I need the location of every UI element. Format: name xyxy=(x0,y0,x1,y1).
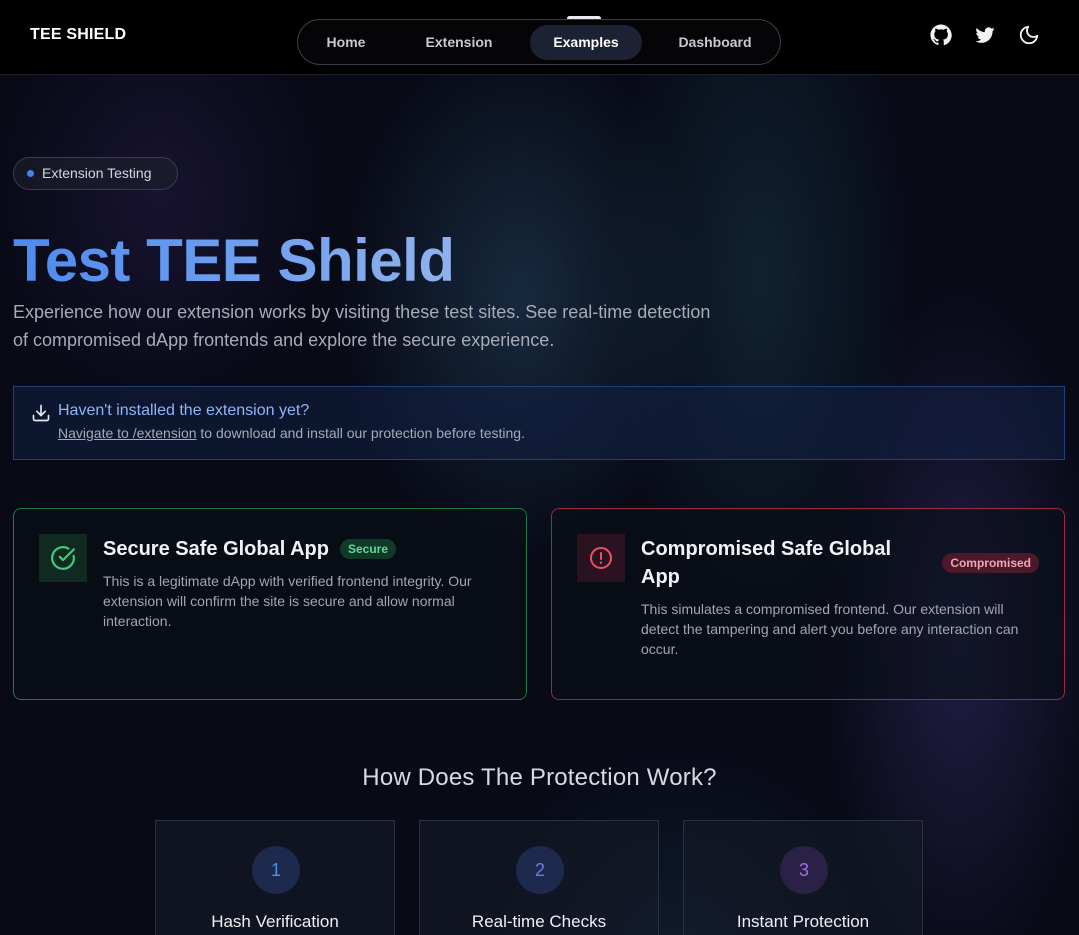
notice-title: Haven't installed the extension yet? xyxy=(58,402,310,419)
check-circle-icon xyxy=(39,534,87,582)
step-card-real-time-checks: 2 Real-time Checks xyxy=(419,820,659,935)
download-icon xyxy=(31,403,51,423)
step-card-instant-protection: 3 Instant Protection xyxy=(683,820,923,935)
moon-icon[interactable] xyxy=(1018,24,1040,46)
alert-circle-icon xyxy=(577,534,625,582)
compromised-card-description: This simulates a compromised frontend. O… xyxy=(641,601,1019,657)
compromised-card-title: Compromised Safe Global App xyxy=(641,538,892,588)
main-nav: Home Extension Examples Dashboard xyxy=(297,19,781,65)
nav-home[interactable]: Home xyxy=(306,25,386,60)
step-card-hash-verification: 1 Hash Verification xyxy=(155,820,395,935)
notice-text: Navigate to /extension to download and i… xyxy=(58,425,525,441)
nav-examples[interactable]: Examples xyxy=(530,25,642,60)
step-number: 2 xyxy=(516,846,564,894)
compromised-app-card[interactable]: Compromised Safe Global App Compromised … xyxy=(551,508,1065,700)
how-heading: How Does The Protection Work? xyxy=(362,764,717,791)
twitter-icon[interactable] xyxy=(974,24,996,46)
nav-extension[interactable]: Extension xyxy=(404,25,514,60)
logo[interactable]: TEE SHIELD xyxy=(30,26,126,44)
step-title: Hash Verification xyxy=(211,912,339,931)
github-icon[interactable] xyxy=(930,24,952,46)
secure-app-card[interactable]: Secure Safe Global App Secure This is a … xyxy=(13,508,527,700)
secure-status-badge: Secure xyxy=(340,539,397,559)
step-number: 3 xyxy=(780,846,828,894)
page-subtitle: Experience how our extension works by vi… xyxy=(13,302,711,350)
page-title: Test TEE Shield xyxy=(13,227,455,294)
notice-body: to download and install our protection b… xyxy=(196,425,525,441)
compromised-status-badge: Compromised xyxy=(942,553,1039,573)
nav-dashboard[interactable]: Dashboard xyxy=(658,25,772,60)
step-title: Instant Protection xyxy=(736,912,870,931)
badge-label: Extension Testing xyxy=(42,165,152,181)
install-notice: Haven't installed the extension yet? Nav… xyxy=(13,386,1065,460)
top-header: TEE SHIELD Home Extension Examples Dashb… xyxy=(0,0,1079,75)
step-title: Real-time Checks xyxy=(471,912,607,931)
secure-card-title: Secure Safe Global App xyxy=(103,538,329,560)
extension-link[interactable]: Navigate to /extension xyxy=(58,425,197,441)
section-badge: Extension Testing xyxy=(13,157,178,190)
step-number: 1 xyxy=(252,846,300,894)
secure-card-description: This is a legitimate dApp with verified … xyxy=(103,573,472,629)
badge-dot xyxy=(27,170,34,177)
background-glow xyxy=(0,75,1079,935)
